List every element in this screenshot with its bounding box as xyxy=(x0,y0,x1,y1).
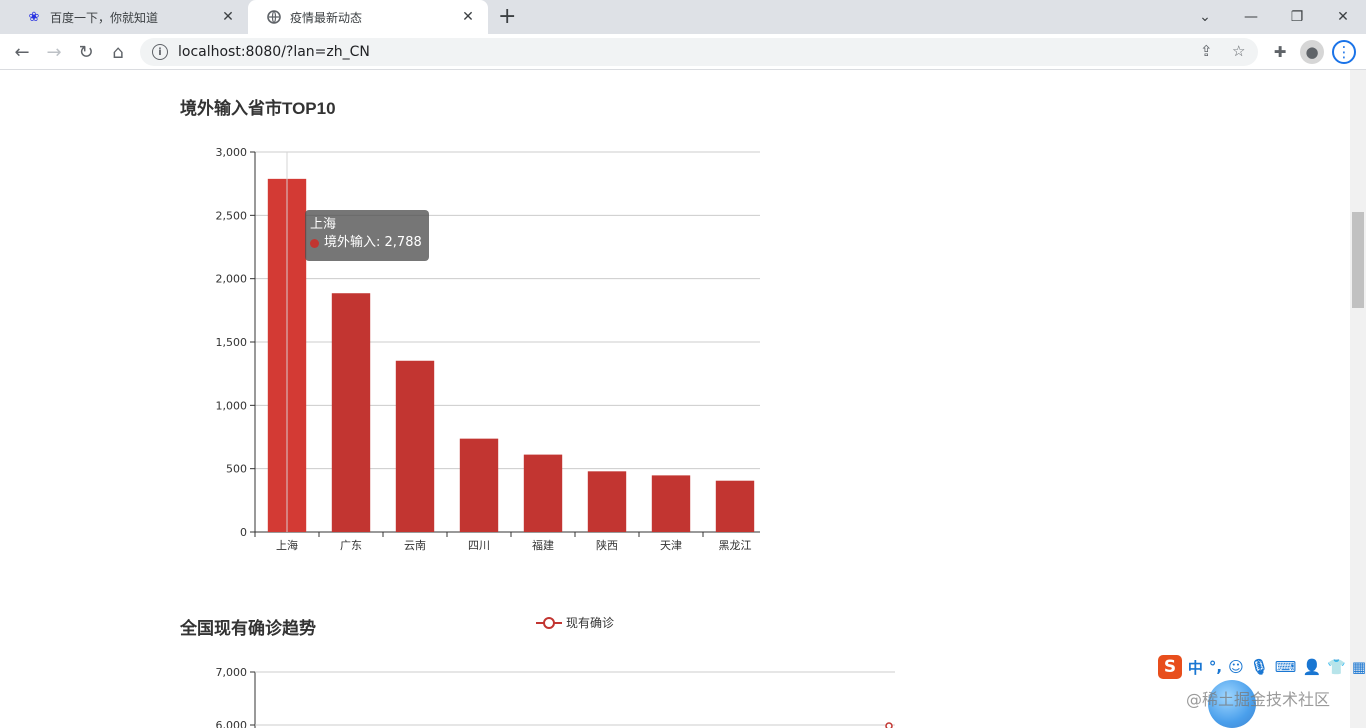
series-dot-icon xyxy=(310,238,319,248)
bar-云南 xyxy=(395,360,435,532)
x-tick-label: 上海 xyxy=(276,538,298,552)
star-icon[interactable]: ☆ xyxy=(1232,42,1245,60)
user-icon[interactable]: 👤 xyxy=(1302,658,1321,676)
tab-baidu[interactable]: ❀ 百度一下，你就知道 ✕ xyxy=(8,0,248,34)
x-tick-label: 福建 xyxy=(532,538,554,552)
bar-黑龙江 xyxy=(715,480,755,532)
bar-四川 xyxy=(459,438,499,532)
legend-line-icon xyxy=(536,616,562,629)
sogou-logo-icon[interactable]: S xyxy=(1158,655,1182,679)
x-tick-label: 陕西 xyxy=(596,538,618,552)
y-tick-label: 2,000 xyxy=(216,273,248,286)
url-text: localhost:8080/?lan=zh_CN xyxy=(178,44,370,60)
grid-icon[interactable]: ▦ xyxy=(1352,658,1366,676)
browser-toolbar: ← → ↻ ⌂ i localhost:8080/?lan=zh_CN ⇪ ☆ … xyxy=(0,34,1366,70)
tab-epidemic[interactable]: 疫情最新动态 ✕ xyxy=(248,0,488,34)
bar-天津 xyxy=(651,475,691,532)
line-point xyxy=(885,722,893,728)
tab-bar: ❀ 百度一下，你就知道 ✕ 疫情最新动态 ✕ + ⌄ — ❐ ✕ xyxy=(0,0,1366,34)
y-tick-label: 1,000 xyxy=(216,399,248,412)
keyboard-icon[interactable]: ⌨ xyxy=(1275,658,1297,676)
forward-icon[interactable]: → xyxy=(40,38,68,66)
x-tick-label: 广东 xyxy=(340,539,362,552)
mic-icon[interactable]: 🎙 xyxy=(1250,658,1269,676)
ime-mode-toggle[interactable]: 中 xyxy=(1188,657,1203,678)
tooltip-colon: : xyxy=(376,235,385,250)
window-close-button[interactable]: ✕ xyxy=(1320,0,1366,34)
x-tick-label: 黑龙江 xyxy=(719,539,752,552)
top10-bar-chart: 05001,0001,5002,0002,5003,000上海 广东 云南 四川 福建陕… xyxy=(216,146,760,552)
x-tick-label: 四川 xyxy=(468,539,490,552)
share-icon[interactable]: ⇪ xyxy=(1200,42,1213,60)
x-tick-label: 云南 xyxy=(404,539,426,552)
bar-陕西 xyxy=(587,471,627,532)
scrollbar-thumb[interactable] xyxy=(1352,212,1364,308)
punctuation-icon[interactable]: °, xyxy=(1209,658,1222,676)
paw-icon: ❀ xyxy=(28,9,40,25)
skin-icon[interactable]: 👕 xyxy=(1327,658,1346,676)
home-icon[interactable]: ⌂ xyxy=(104,38,132,66)
trend-title: 全国现有确诊趋势 xyxy=(180,619,316,638)
tooltip-series: 境外输入 xyxy=(324,235,377,250)
info-icon[interactable]: i xyxy=(152,44,168,60)
back-icon[interactable]: ← xyxy=(8,38,36,66)
trend-legend[interactable]: 现有确诊 xyxy=(536,614,614,631)
y-tick-label: 6,000 xyxy=(216,719,248,728)
y-tick-label: 7,000 xyxy=(216,666,248,679)
y-tick-label: 1,500 xyxy=(216,336,248,349)
page-scrollbar[interactable] xyxy=(1350,70,1366,728)
reload-icon[interactable]: ↻ xyxy=(72,38,100,66)
tab-search-icon[interactable]: ⌄ xyxy=(1182,0,1228,34)
page-content: 境外输入省市TOP10 0 500 1,000 1,500 2,000 2,500 3,00… xyxy=(0,70,1350,728)
tooltip-value: 2,788 xyxy=(384,235,422,250)
trend-line-chart: 7,000 6,000 xyxy=(216,666,895,728)
close-icon[interactable]: ✕ xyxy=(220,9,236,25)
y-tick-label: 500 xyxy=(226,463,247,476)
y-tick-label: 0 xyxy=(240,526,247,539)
globe-icon xyxy=(266,9,282,25)
extensions-icon[interactable]: ✚ xyxy=(1268,40,1292,64)
bar-广东 xyxy=(331,293,371,532)
ime-toolbar[interactable]: S 中 °, ☺ 🎙 ⌨ 👤 👕 ▦ xyxy=(1158,652,1366,682)
profile-icon[interactable]: ● xyxy=(1300,40,1324,64)
address-bar[interactable]: i localhost:8080/?lan=zh_CN ⇪ ☆ xyxy=(140,38,1258,66)
tab-title: 疫情最新动态 xyxy=(290,10,363,25)
new-tab-button[interactable]: + xyxy=(498,5,516,29)
chart-tooltip: 上海 境外输入 : 2,788 xyxy=(305,210,429,261)
restore-button[interactable]: ❐ xyxy=(1274,0,1320,34)
emoji-icon[interactable]: ☺ xyxy=(1228,658,1244,676)
y-tick-label: 2,500 xyxy=(216,209,248,222)
close-icon[interactable]: ✕ xyxy=(460,9,476,25)
menu-icon[interactable]: ⋮ xyxy=(1332,40,1356,64)
legend-label: 现有确诊 xyxy=(566,616,615,630)
watermark: @稀土掘金技术社区 xyxy=(1186,690,1331,709)
x-tick-label: 天津 xyxy=(660,539,682,552)
bar-福建 xyxy=(523,454,563,532)
tooltip-name: 上海 xyxy=(310,217,337,232)
tab-title: 百度一下，你就知道 xyxy=(50,10,159,25)
minimize-button[interactable]: — xyxy=(1228,0,1274,34)
y-tick-label: 3,000 xyxy=(216,146,248,159)
